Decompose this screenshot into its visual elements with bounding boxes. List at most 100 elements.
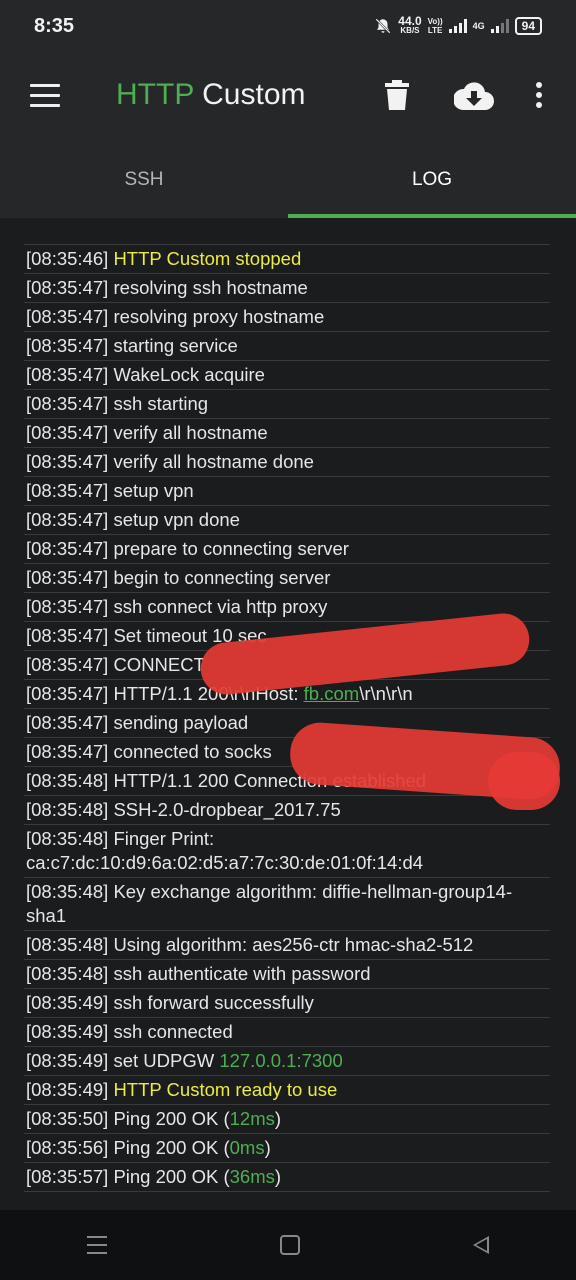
log-value: 36ms [229,1166,275,1187]
log-tail: ) [264,1137,271,1158]
log-tail: ) [274,1166,282,1187]
app-title: HTTP Custom [116,78,306,112]
log-link[interactable]: fb.com [304,683,360,704]
trash-icon[interactable] [384,80,410,110]
log-time: [08:35:49] [26,1021,109,1042]
app-toolbar: HTTP Custom [0,52,576,142]
log-text: starting service [113,335,238,356]
log-text: resolving ssh hostname [113,277,308,298]
log-text: Ping 200 OK ( [113,1108,230,1129]
log-time: [08:35:47] [26,596,109,617]
log-row: [08:35:48] Finger Print: ca:c7:dc:10:d9:… [24,825,550,878]
log-text: ssh connected [113,1021,233,1042]
status-bar: 8:35 44.0 KB/S Vo)) LTE 4G 94 [0,0,576,52]
log-row: [08:35:47] begin to connecting server [24,564,550,593]
log-row: [08:35:47] resolving ssh hostname [24,274,550,303]
log-text: set UDPGW [113,1050,220,1071]
log-text: Ping 200 OK ( [113,1137,230,1158]
log-text: setup vpn [113,480,194,501]
signal-strength-2-icon [490,19,509,33]
log-row: [08:35:49] ssh forward successfully [24,989,550,1018]
more-options-icon[interactable] [536,82,544,110]
log-time: [08:35:47] [26,509,109,530]
log-text: connected to socks [113,741,272,762]
log-time: [08:35:48] [26,963,109,984]
log-time: [08:35:48] [26,799,109,820]
log-row: [08:35:47] starting service [24,332,550,361]
log-time: [08:35:49] [26,1079,109,1100]
log-time: [08:35:47] [26,422,109,443]
log-row: [08:35:49] ssh connected [24,1018,550,1047]
redaction-scribble [488,752,560,810]
log-time: [08:35:48] [26,881,109,902]
log-row: [08:35:49] set UDPGW 127.0.0.1:7300 [24,1047,550,1076]
log-text: ssh authenticate with password [113,963,371,984]
log-time: [08:35:57] [26,1166,109,1187]
volte-bottom: LTE [427,26,443,35]
tab-ssh[interactable]: SSH [0,142,288,218]
log-list[interactable]: [08:35:46] HTTP Custom stopped [08:35:47… [24,244,550,1192]
log-text: ssh starting [113,393,209,414]
log-text: verify all hostname [113,422,268,443]
log-time: [08:35:49] [26,992,109,1013]
log-text: ssh connect via http proxy [113,596,328,617]
app-title-http: HTTP [116,78,194,111]
status-time: 8:35 [34,14,75,37]
log-time: [08:35:47] [26,451,109,472]
log-row: [08:35:46] HTTP Custom stopped [24,245,550,274]
log-time: [08:35:47] [26,567,109,588]
system-nav-bar [0,1210,576,1280]
log-row: [08:35:49] HTTP Custom ready to use [24,1076,550,1105]
log-time: [08:35:47] [26,741,109,762]
home-icon[interactable] [279,1235,300,1255]
signal-strength-icon [448,19,467,33]
log-time: [08:35:47] [26,335,109,356]
log-time: [08:35:48] [26,828,109,849]
status-icons: 44.0 KB/S Vo)) LTE 4G 94 [374,15,542,36]
volte-indicator: Vo)) LTE [428,17,443,35]
log-row: [08:35:47] verify all hostname done [24,448,550,477]
log-row: [08:35:47] resolving proxy hostname [24,303,550,332]
log-text: Using algorithm: aes256-ctr hmac-sha2-51… [113,934,474,955]
log-time: [08:35:47] [26,277,109,298]
back-icon[interactable] [473,1236,490,1254]
log-text: CONNECT [113,654,205,675]
log-time: [08:35:47] [26,683,109,704]
recent-apps-icon[interactable] [86,1236,107,1254]
log-text: SSH-2.0-dropbear_2017.75 [113,799,341,820]
log-value: 127.0.0.1:7300 [219,1050,343,1071]
log-row: [08:35:50] Ping 200 OK (12ms) [24,1105,550,1134]
log-time: [08:35:47] [26,712,109,733]
log-time: [08:35:47] [26,306,109,327]
log-time: [08:35:48] [26,770,109,791]
tab-log[interactable]: LOG [288,142,576,218]
log-row: [08:35:47] setup vpn [24,477,550,506]
log-time: [08:35:47] [26,538,109,559]
app-title-custom: Custom [193,78,306,111]
cloud-download-icon[interactable] [454,82,494,110]
log-row: [08:35:47] prepare to connecting server [24,535,550,564]
log-time: [08:35:47] [26,393,109,414]
log-text: WakeLock acquire [113,364,265,385]
log-text: HTTP Custom stopped [113,248,302,269]
log-tail: \r\n\r\n [359,683,413,704]
log-text: sending payload [113,712,249,733]
log-time: [08:35:46] [26,248,109,269]
log-text: Ping 200 OK ( [113,1166,230,1187]
log-time: [08:35:56] [26,1137,109,1158]
log-row: [08:35:47] WakeLock acquire [24,361,550,390]
log-row: [08:35:48] Key exchange algorithm: diffi… [24,878,550,931]
log-time: [08:35:47] [26,625,109,646]
log-time: [08:35:47] [26,364,109,385]
log-row: [08:35:57] Ping 200 OK (36ms) [24,1163,550,1192]
log-time: [08:35:50] [26,1108,109,1129]
log-row: [08:35:47] verify all hostname [24,419,550,448]
log-text: ssh forward successfully [113,992,314,1013]
log-time: [08:35:49] [26,1050,109,1071]
speed-unit: KB/S [400,26,420,35]
hamburger-menu-icon[interactable] [30,84,60,107]
log-time: [08:35:47] [26,654,109,675]
log-value: 0ms [229,1137,265,1158]
log-text: setup vpn done [113,509,240,530]
volte-top: Vo)) [427,17,443,26]
